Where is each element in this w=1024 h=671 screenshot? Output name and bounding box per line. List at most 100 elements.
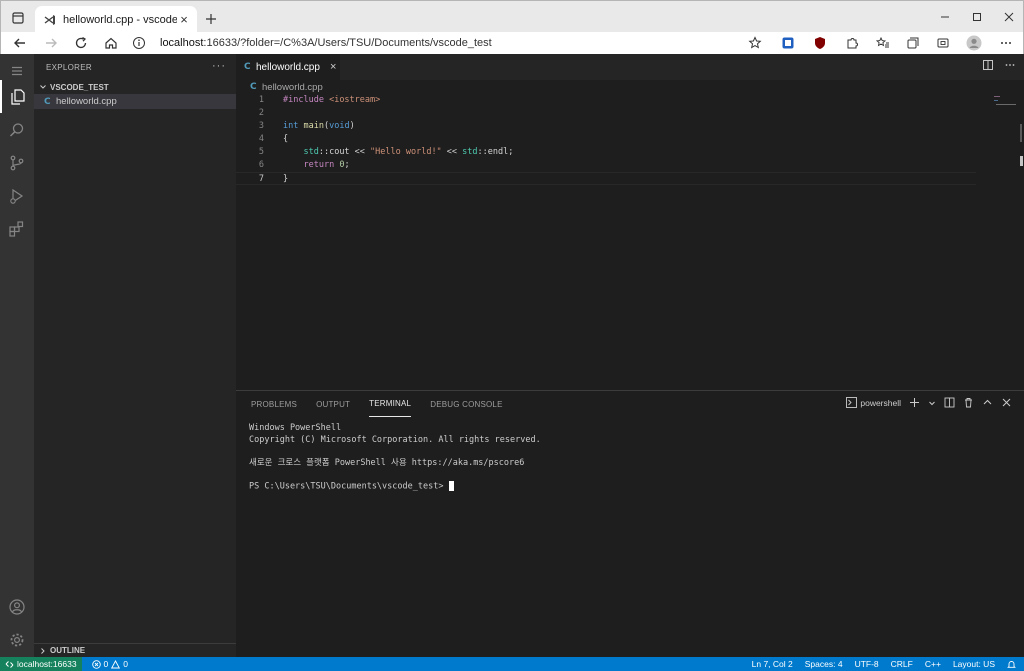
explorer-title: EXPLORER [46,62,92,72]
tab-terminal[interactable]: TERMINAL [369,391,412,417]
extensions-puzzle-icon[interactable] [843,34,861,52]
settings-more-icon[interactable] [997,34,1015,52]
activity-bar [0,54,34,657]
code-text: #include <iostream> [283,95,381,105]
code-line: 6 return 0; [236,159,976,172]
accounts-icon[interactable] [0,590,34,623]
end-of-line[interactable]: CRLF [891,659,913,669]
manage-gear-icon[interactable] [0,623,34,656]
close-editor-tab-button[interactable]: × [330,61,336,73]
source-control-icon[interactable] [0,146,34,179]
terminal-line: 새로운 크로스 플랫폼 PowerShell 사용 https://aka.ms… [249,457,525,468]
panel-actions: powershell [846,397,1012,408]
tab-actions-icon[interactable] [7,7,29,29]
address-bar[interactable]: localhost:16633/?folder=/C%3A/Users/TSU/… [132,32,766,54]
editor-scrollbar[interactable] [1018,124,1024,184]
language-mode[interactable]: C++ [925,659,941,669]
line-number: 2 [258,108,264,118]
code-editor[interactable]: 1 #include <iostream> 2 3 int main(void)… [236,94,976,185]
indentation[interactable]: Spaces: 4 [805,659,843,669]
editor-more-icon[interactable] [1004,59,1016,71]
tab-problems[interactable]: PROBLEMS [251,391,297,417]
editor-tab-label: helloworld.cpp [256,61,320,73]
vscode-workbench: EXPLORER ··· VSCODE_TEST C helloworld.cp… [0,54,1024,671]
editor-tab-bar: C helloworld.cpp × [236,54,1024,80]
extensions-icon[interactable] [0,212,34,245]
remote-label: localhost:16633 [17,659,77,669]
forward-button[interactable] [41,33,61,53]
status-bar: localhost:16633 0 0 Ln 7, Col 2 Spaces: … [0,657,1024,671]
line-number: 7 [258,174,264,184]
terminal-shell-selector[interactable]: powershell [846,397,901,408]
line-number: 3 [258,121,264,131]
extension-icon[interactable] [779,34,797,52]
breadcrumb[interactable]: C helloworld.cpp [236,80,1024,94]
cpp-file-icon: C [44,96,51,107]
editor-tab-helloworld[interactable]: C helloworld.cpp × [236,54,340,80]
close-window-button[interactable] [999,7,1019,27]
cursor-position[interactable]: Ln 7, Col 2 [752,659,793,669]
maximize-button[interactable] [967,7,987,27]
keyboard-layout[interactable]: Layout: US [953,659,995,669]
line-number: 1 [258,95,264,105]
code-line: 1 #include <iostream> [236,94,976,107]
collections-icon[interactable] [904,34,922,52]
trash-icon[interactable] [963,397,974,408]
close-tab-button[interactable]: × [177,12,191,27]
minimize-button[interactable] [935,7,955,27]
home-button[interactable] [101,33,121,53]
browser-toolbar: localhost:16633/?folder=/C%3A/Users/TSU/… [0,32,1024,54]
explorer-files-icon[interactable] [0,80,34,113]
status-right: Ln 7, Col 2 Spaces: 4 UTF-8 CRLF C++ Lay… [752,657,1024,671]
tab-debug-console[interactable]: DEBUG CONSOLE [430,391,502,417]
tab-output[interactable]: OUTPUT [316,391,350,417]
screenshot-icon[interactable] [934,34,952,52]
back-button[interactable] [10,33,30,53]
address-url: localhost:16633/?folder=/C%3A/Users/TSU/… [160,37,492,49]
code-line: 2 [236,107,976,120]
terminal[interactable]: Windows PowerShell Copyright (C) Microso… [236,417,1024,492]
line-number: 4 [258,134,264,144]
new-terminal-plus-icon[interactable] [909,397,920,408]
terminal-cursor [448,480,454,491]
run-debug-icon[interactable] [0,179,34,212]
breadcrumb-file: helloworld.cpp [262,81,323,93]
search-icon[interactable] [0,113,34,146]
refresh-button[interactable] [71,33,91,53]
file-item-helloworld[interactable]: C helloworld.cpp [34,94,236,109]
notifications-bell-icon[interactable] [1007,660,1016,669]
terminal-prompt: PS C:\Users\TSU\Documents\vscode_test> [249,481,449,491]
new-tab-button[interactable] [201,9,221,29]
profile-avatar[interactable] [965,34,983,52]
split-editor-icon[interactable] [982,59,994,71]
favorites-star-icon[interactable] [746,34,764,52]
close-panel-icon[interactable] [1001,397,1012,408]
browser-tab[interactable]: helloworld.cpp - vscode_test - co × [35,6,197,33]
terminal-dropdown-icon[interactable] [928,399,936,407]
ublock-shield-icon[interactable] [811,34,829,52]
url-path: :16633/?folder=/C%3A/Users/TSU/Documents… [203,37,492,49]
folder-section-header[interactable]: VSCODE_TEST [34,80,236,94]
warning-icon [111,659,121,669]
problems-status[interactable]: 0 0 [91,659,128,669]
code-line: 3 int main(void) [236,120,976,133]
encoding[interactable]: UTF-8 [855,659,879,669]
info-icon[interactable] [132,36,146,50]
split-terminal-icon[interactable] [944,397,955,408]
minimap[interactable] [966,94,1016,134]
remote-indicator[interactable]: localhost:16633 [0,657,82,671]
chevron-right-icon [38,646,48,656]
folder-name: VSCODE_TEST [50,82,109,92]
editor-area: C helloworld.cpp × C helloworld.cpp 1 #i… [236,54,1024,390]
outline-section-header[interactable]: OUTLINE [34,643,236,657]
code-line: 4 { [236,133,976,146]
explorer-more-icon[interactable]: ··· [212,60,226,72]
panel-tab-bar: PROBLEMS OUTPUT TERMINAL DEBUG CONSOLE p… [236,391,1024,417]
outline-label: OUTLINE [50,646,86,655]
code-text: { [283,134,289,144]
favorites-list-icon[interactable] [874,34,892,52]
maximize-panel-chevron-up-icon[interactable] [982,397,993,408]
